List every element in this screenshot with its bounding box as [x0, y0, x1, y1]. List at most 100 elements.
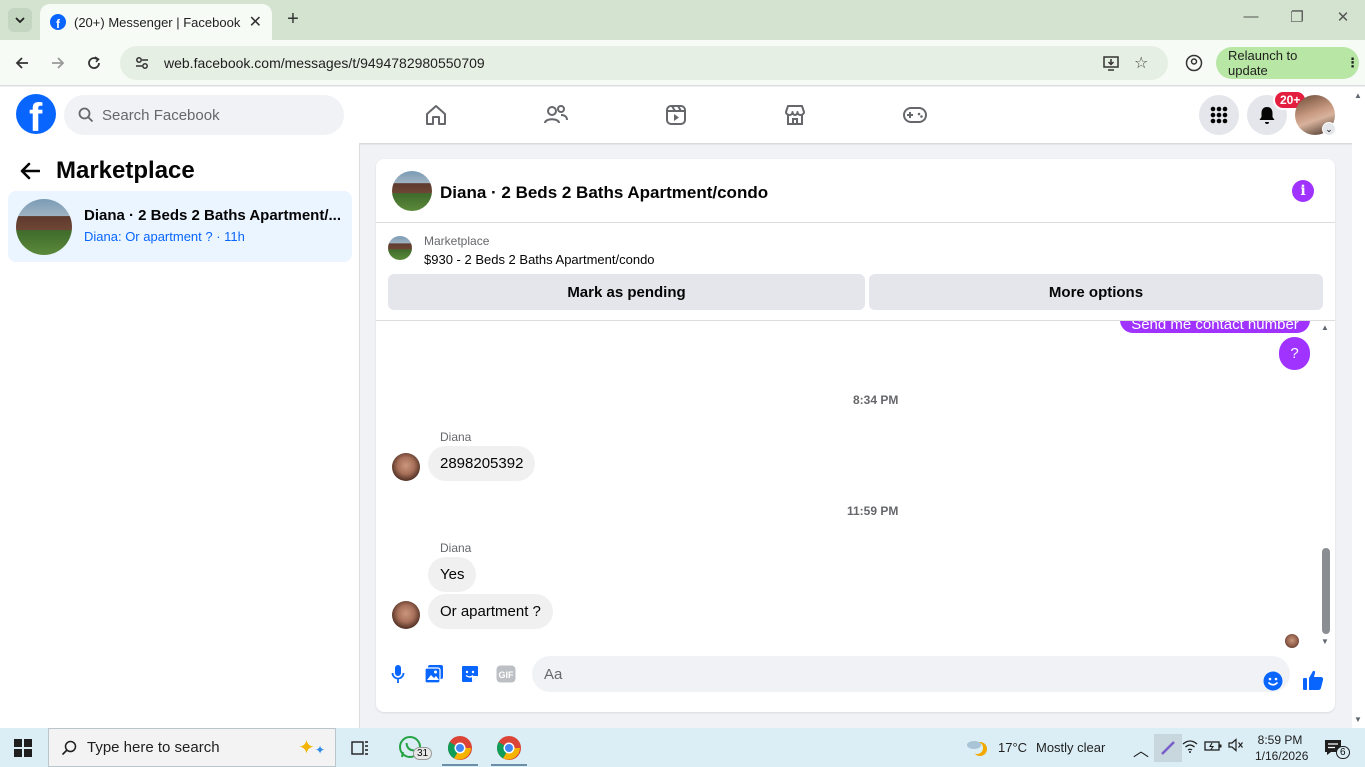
active-app-indicator — [491, 764, 527, 766]
listing-thumbnail — [16, 199, 72, 255]
marketplace-icon — [785, 105, 805, 125]
attach-photo-button[interactable] — [423, 663, 445, 685]
voice-clip-button[interactable] — [387, 663, 409, 685]
browser-tab-messenger[interactable]: f (20+) Messenger | Facebook ✕ — [40, 4, 272, 40]
search-placeholder: Search Facebook — [102, 106, 220, 124]
sticker-button[interactable] — [459, 663, 481, 685]
back-button[interactable] — [10, 51, 34, 75]
friends-icon — [544, 105, 568, 124]
windows-start-icon[interactable] — [14, 739, 32, 757]
incoming-message-bubble: Or apartment ? — [428, 594, 553, 629]
url-text: web.facebook.com/messages/t/949478298055… — [164, 55, 485, 71]
message-input[interactable] — [532, 656, 1290, 692]
message-composer: GIF — [376, 651, 1335, 712]
profile-icon[interactable] — [1182, 51, 1206, 75]
conversation-info-icon[interactable]: i — [1292, 180, 1314, 202]
scroll-up-arrow-icon[interactable]: ▲ — [1321, 323, 1329, 332]
scroll-down-arrow-icon[interactable]: ▼ — [1321, 637, 1329, 646]
notification-center-button[interactable]: 6 — [1320, 734, 1350, 762]
network-icon[interactable] — [1182, 739, 1198, 756]
search-icon — [61, 740, 77, 755]
outgoing-message-bubble: ? — [1279, 337, 1310, 370]
taskbar-search-box[interactable]: Type here to search ✦✦ — [48, 728, 336, 767]
more-options-button[interactable]: More options — [869, 274, 1323, 310]
forward-button[interactable] — [46, 51, 70, 75]
browser-toolbar: web.facebook.com/messages/t/949478298055… — [0, 40, 1365, 86]
menu-button[interactable] — [1199, 95, 1239, 135]
chrome-icon — [447, 736, 472, 760]
tab-close-icon[interactable]: ✕ — [249, 12, 262, 32]
bookmark-star-icon[interactable]: ☆ — [1134, 46, 1148, 80]
nav-marketplace-button[interactable] — [779, 99, 811, 131]
volume-muted-icon[interactable] — [1228, 738, 1244, 755]
chat-header: Diana · 2 Beds 2 Baths Apartment/condo i — [376, 159, 1335, 223]
kebab-menu-icon: ⋮ — [1346, 55, 1359, 70]
tray-chevron-up-icon[interactable]: ︿ — [1133, 737, 1149, 761]
diana-avatar[interactable] — [392, 601, 420, 629]
gaming-icon — [903, 107, 927, 123]
whatsapp-taskbar-button[interactable]: 31 — [397, 734, 433, 762]
active-app-indicator — [442, 764, 478, 766]
facebook-logo-icon[interactable]: f — [16, 94, 56, 134]
account-chevron-down-icon[interactable]: ⌄ — [1322, 122, 1336, 136]
relaunch-to-update-button[interactable]: Relaunch to update ⋮ — [1216, 47, 1359, 79]
message-list[interactable]: Send me contact number ? 8:34 PM Diana 2… — [376, 321, 1335, 651]
address-bar[interactable]: web.facebook.com/messages/t/949478298055… — [120, 46, 1168, 80]
new-tab-button[interactable]: + — [282, 8, 304, 31]
diana-avatar[interactable] — [392, 453, 420, 481]
weather-icon[interactable] — [964, 734, 992, 762]
conversation-item[interactable]: Diana · 2 Beds 2 Baths Apartment/... Dia… — [8, 191, 352, 262]
battery-icon[interactable] — [1204, 739, 1222, 756]
relaunch-label: Relaunch to update — [1228, 48, 1298, 78]
emoji-icon — [1263, 671, 1283, 691]
chat-panel: Diana · 2 Beds 2 Baths Apartment/condo i… — [376, 159, 1335, 712]
bell-icon — [1259, 107, 1275, 124]
marketplace-sidebar: Marketplace Diana · 2 Beds 2 Baths Apart… — [0, 143, 360, 728]
site-settings-icon[interactable] — [134, 55, 150, 71]
chat-title[interactable]: Diana · 2 Beds 2 Baths Apartment/condo — [440, 183, 768, 203]
tab-search-dropdown-button[interactable] — [8, 8, 32, 32]
weather-description[interactable]: Mostly clear — [1036, 740, 1105, 755]
nav-gaming-button[interactable] — [899, 99, 931, 131]
chat-listing-thumbnail[interactable] — [392, 171, 432, 211]
listing-mini-thumbnail[interactable] — [388, 236, 412, 260]
reload-button[interactable] — [82, 51, 106, 75]
copilot-sparkle-icon[interactable]: ✦✦ — [298, 735, 325, 760]
nav-video-button[interactable] — [660, 99, 692, 131]
chrome-icon — [496, 736, 521, 760]
minimize-window-button[interactable]: — — [1241, 8, 1261, 25]
chrome-profile-taskbar-button[interactable] — [495, 734, 523, 762]
nav-home-button[interactable] — [420, 99, 452, 131]
nav-friends-button[interactable] — [540, 99, 572, 131]
facebook-search-input[interactable]: Search Facebook — [64, 95, 344, 135]
photo-icon — [424, 665, 443, 684]
task-view-icon — [351, 741, 368, 755]
weather-temperature[interactable]: 17°C — [998, 740, 1027, 755]
chrome-taskbar-button[interactable] — [446, 734, 474, 762]
install-app-icon[interactable] — [1102, 46, 1120, 80]
emoji-button[interactable] — [1262, 670, 1284, 692]
incoming-message-bubble: 2898205392 — [428, 446, 536, 481]
listing-title[interactable]: $930 - 2 Beds 2 Baths Apartment/condo — [424, 252, 655, 267]
mark-as-pending-button[interactable]: Mark as pending — [388, 274, 865, 310]
gif-button[interactable]: GIF — [495, 663, 517, 685]
page-scroll-down-icon[interactable]: ▼ — [1354, 715, 1362, 724]
taskbar-search-placeholder: Type here to search — [87, 739, 220, 756]
page-scrollbar[interactable]: ▲ ▼ — [1352, 87, 1365, 728]
page-scroll-up-icon[interactable]: ▲ — [1354, 91, 1362, 100]
marketplace-listing-bar: Marketplace $930 - 2 Beds 2 Baths Apartm… — [376, 223, 1335, 321]
back-arrow-icon[interactable] — [20, 162, 40, 180]
read-receipt-avatar — [1285, 634, 1299, 648]
thumbs-up-icon — [1303, 670, 1324, 690]
message-sender: Diana — [440, 430, 472, 444]
message-scrollbar-thumb[interactable] — [1322, 548, 1330, 634]
conversation-preview: Diana: Or apartment ? · 11h — [84, 229, 245, 244]
task-view-button[interactable] — [346, 734, 374, 762]
message-sender: Diana — [440, 541, 472, 555]
restore-window-button[interactable]: ❐ — [1287, 8, 1307, 26]
close-window-button[interactable]: ✕ — [1333, 8, 1353, 26]
pen-tray-icon[interactable] — [1154, 734, 1182, 762]
taskbar-clock[interactable]: 8:59 PM 1/16/2026 — [1255, 732, 1308, 764]
like-button[interactable] — [1302, 669, 1324, 691]
sticker-icon — [462, 666, 478, 682]
